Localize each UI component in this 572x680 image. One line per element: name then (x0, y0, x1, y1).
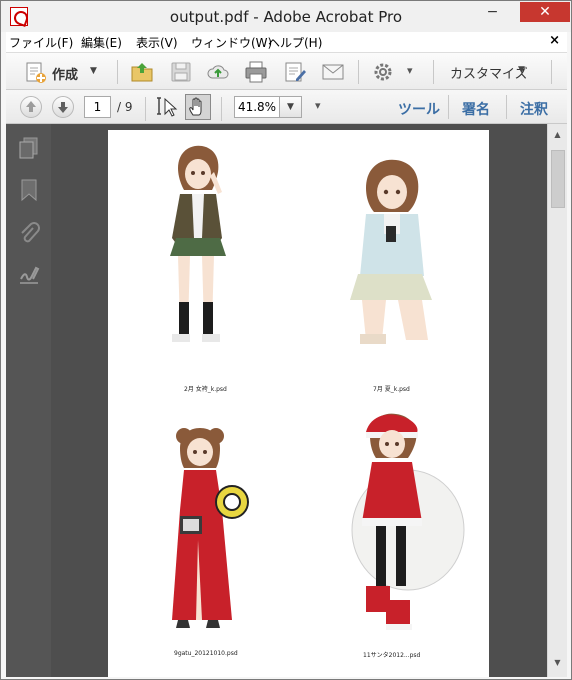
hand-icon (189, 97, 202, 116)
tools-pane-button[interactable]: ツール (398, 99, 440, 119)
thumbnail-caption: 11サンタ2012...psd (363, 652, 421, 659)
toolbar-separator (358, 60, 359, 84)
bookmarks-icon[interactable] (18, 178, 40, 202)
navigation-toolbar: 1 / 9 41.8% ▼ ▾ ツール 署名 注釈 (6, 90, 567, 124)
create-pdf-icon (26, 62, 46, 83)
document-view[interactable]: 2月 女袴_k.psd 7月 夏_k.psd 9gatu_20121010.ps… (51, 124, 547, 677)
thumbnail-caption: 2月 女袴_k.psd (184, 386, 227, 393)
next-page-button[interactable] (52, 96, 74, 118)
menu-view[interactable]: 表示(V) (136, 34, 178, 51)
previous-page-button[interactable] (20, 96, 42, 118)
close-window-button[interactable]: ✕ (520, 2, 570, 22)
thumbnail-image-santa-girl (351, 413, 465, 630)
toolbar-separator (448, 95, 449, 119)
thumbnail-image-uniform-girl (170, 145, 226, 342)
toolbar-separator (506, 95, 507, 119)
thumbnail-image-china-dress-girl (172, 428, 249, 628)
toolbar-separator (117, 60, 118, 84)
main-toolbar: 作成 ▼ ▾ カスタマイズ ▼ (6, 52, 567, 90)
gear-icon[interactable] (371, 60, 395, 84)
signatures-icon[interactable] (18, 264, 40, 288)
thumbnail-caption: 7月 夏_k.psd (373, 386, 410, 393)
edit-document-icon[interactable] (283, 60, 307, 84)
cloud-upload-icon[interactable] (206, 60, 230, 84)
arrow-up-icon (26, 101, 36, 112)
vertical-scrollbar[interactable]: ▲ ▼ (547, 124, 567, 677)
menu-window[interactable]: ウィンドウ(W) (191, 34, 272, 51)
menu-edit[interactable]: 編集(E) (81, 34, 122, 51)
paperclip-icon[interactable] (18, 222, 40, 246)
menu-file[interactable]: ファイル(F) (9, 34, 73, 51)
menu-help[interactable]: ヘルプ(H) (268, 34, 322, 51)
pdf-page[interactable]: 2月 女袴_k.psd 7月 夏_k.psd 9gatu_20121010.ps… (108, 130, 489, 677)
open-folder-icon[interactable] (130, 60, 154, 84)
create-label: 作成 (52, 68, 79, 83)
print-icon[interactable] (244, 60, 268, 84)
hand-tool-button[interactable] (185, 94, 211, 120)
create-dropdown-caret[interactable]: ▼ (90, 66, 97, 76)
toolbar-separator (221, 97, 222, 121)
close-document-button[interactable]: × (549, 33, 560, 48)
acrobat-window: output.pdf - Adobe Acrobat Pro − □ ✕ ファイ… (0, 0, 572, 680)
email-icon[interactable] (321, 60, 345, 84)
select-tool-icon[interactable] (156, 95, 180, 119)
title-bar[interactable]: output.pdf - Adobe Acrobat Pro − □ ✕ (1, 1, 571, 32)
minimize-button[interactable]: − (479, 2, 506, 22)
page-thumbnails-icon[interactable] (18, 136, 40, 160)
page-number-input[interactable]: 1 (84, 96, 111, 118)
arrow-down-icon (58, 102, 68, 113)
more-tools-caret[interactable]: ▾ (315, 99, 321, 112)
thumbnail-caption: 9gatu_20121010.psd (174, 650, 238, 657)
customize-button[interactable]: カスタマイズ (450, 63, 528, 82)
toolbar-separator (433, 60, 434, 84)
zoom-dropdown-button[interactable]: ▼ (280, 96, 302, 118)
save-icon[interactable] (169, 60, 193, 84)
thumbnail-image-kneeling-girl (350, 159, 432, 344)
toolbar-separator (145, 97, 146, 121)
scroll-up-button[interactable]: ▲ (551, 130, 564, 143)
menu-bar: ファイル(F) 編集(E) 表示(V) ウィンドウ(W) ヘルプ(H) × (6, 32, 567, 52)
page-total-label: / 9 (117, 100, 133, 114)
scroll-thumb[interactable] (551, 150, 565, 208)
settings-dropdown-caret[interactable]: ▾ (407, 64, 413, 77)
navigation-pane (6, 124, 51, 677)
customize-dropdown-caret[interactable]: ▼ (518, 65, 525, 75)
zoom-level-input[interactable]: 41.8% (234, 96, 280, 118)
comment-pane-button[interactable]: 注釈 (520, 99, 548, 119)
scroll-down-button[interactable]: ▼ (551, 658, 564, 671)
create-button[interactable]: 作成 ▼ (24, 61, 104, 83)
toolbar-separator (551, 60, 552, 84)
sign-pane-button[interactable]: 署名 (462, 99, 490, 119)
